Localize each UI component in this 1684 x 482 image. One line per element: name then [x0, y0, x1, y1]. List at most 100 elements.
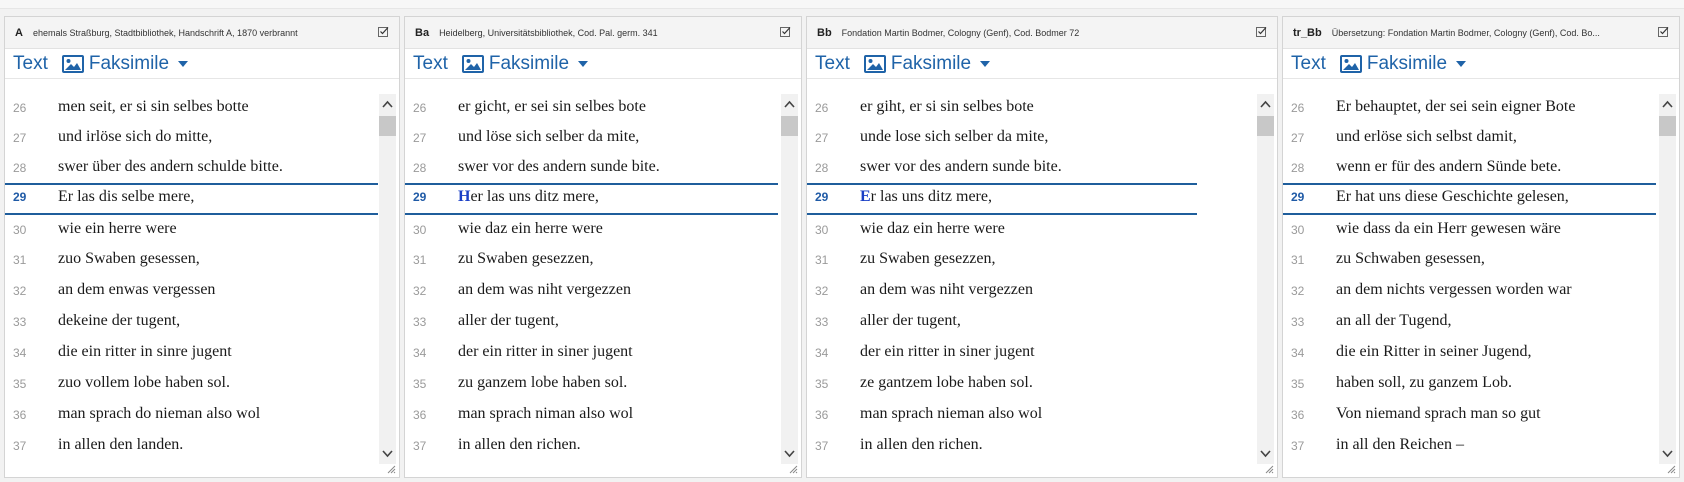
text-line[interactable]: 31 zu Schwaben gesessen,: [1283, 246, 1656, 276]
text-line[interactable]: 32 an dem nichts vergessen worden war: [1283, 277, 1656, 307]
line-text: die ein ritter in sinre jugent: [58, 343, 232, 360]
active-line[interactable]: 29 Er las dis selbe mere,: [5, 183, 378, 215]
checkbox-edit-icon[interactable]: [378, 26, 389, 37]
checkbox-edit-icon[interactable]: [1256, 26, 1267, 37]
checkbox-edit-icon[interactable]: [780, 26, 791, 37]
text-line[interactable]: 31 zu Swaben gesezzen,: [807, 246, 1197, 276]
text-line[interactable]: 35 zuo vollem lobe haben sol.: [5, 370, 378, 400]
vertical-scrollbar[interactable]: [781, 94, 798, 464]
text-line[interactable]: 37 in all den Reichen –: [1283, 432, 1656, 462]
text-line[interactable]: 27 unde lose sich selber da mite,: [807, 124, 1197, 154]
text-line[interactable]: 36 Von niemand sprach man so gut: [1283, 401, 1656, 431]
text-line[interactable]: 37 in allen den landen.: [5, 432, 378, 462]
scrollbar-thumb[interactable]: [1659, 116, 1676, 136]
line-number: 32: [815, 284, 829, 298]
text-line[interactable]: 35 haben soll, zu ganzem Lob.: [1283, 370, 1656, 400]
text-line[interactable]: 28 swer über des andern schulde bitte.: [5, 154, 378, 184]
scroll-down-icon[interactable]: [382, 450, 393, 458]
line-text-rest: r las uns ditz mere,: [870, 188, 992, 205]
scrollbar-thumb[interactable]: [781, 116, 798, 136]
text-line[interactable]: 26 men seit, er si sin selbes botte: [5, 94, 378, 124]
text-line[interactable]: 35 zu ganzem lobe haben sol.: [405, 370, 778, 400]
active-line[interactable]: 29 Er las uns ditz mere,: [807, 183, 1197, 215]
text-line[interactable]: 36 man sprach nieman also wol: [807, 401, 1197, 431]
text-lines: 26 er gicht, er sei sin selbes bote 27 und…: [405, 94, 801, 477]
text-line[interactable]: 32 an dem was niht vergezzen: [405, 277, 778, 307]
text-line[interactable]: 35 ze gantzem lobe haben sol.: [807, 370, 1197, 400]
text-line[interactable]: 31 zuo Swaben gesessen,: [5, 246, 378, 276]
witness-panel-ba: Ba Heidelberg, Universitätsbibliothek, C…: [404, 16, 802, 478]
text-line[interactable]: 37 in allen den richen.: [807, 432, 1197, 462]
text-line[interactable]: 37 in allen den richen.: [405, 432, 778, 462]
text-line[interactable]: 30 wie ein herre were: [5, 216, 378, 246]
text-line[interactable]: 26 er giht, er si sin selbes bote: [807, 94, 1197, 124]
line-text: zu Schwaben gesessen,: [1336, 250, 1485, 267]
witness-description: Fondation Martin Bodmer, Cologny (Genf),…: [841, 27, 1080, 38]
line-number: 26: [13, 101, 27, 115]
panel-tabs: Text Faksimile: [807, 49, 1277, 79]
text-line[interactable]: 36 man sprach do nieman also wol: [5, 401, 378, 431]
text-line[interactable]: 27 und irlöse sich do mitte,: [5, 124, 378, 154]
scroll-up-icon[interactable]: [1662, 100, 1673, 108]
text-line[interactable]: 28 wenn er für des andern Sünde bete.: [1283, 154, 1656, 184]
text-line[interactable]: 33 aller der tugent,: [405, 308, 778, 338]
line-text: wenn er für des andern Sünde bete.: [1336, 158, 1562, 175]
vertical-scrollbar[interactable]: [1257, 94, 1274, 464]
text-line[interactable]: 30 wie daz ein herre were: [405, 216, 778, 246]
text-line[interactable]: 32 an dem was niht vergezzen: [807, 277, 1197, 307]
active-line[interactable]: 29 Her las uns ditz mere,: [405, 183, 778, 215]
line-text: men seit, er si sin selbes botte: [58, 98, 249, 115]
image-icon: [863, 54, 886, 73]
tab-facsimile[interactable]: Faksimile: [863, 53, 991, 75]
text-line[interactable]: 26 Er behauptet, der sei sein eigner Bote: [1283, 94, 1656, 124]
resize-grip-icon[interactable]: [1666, 464, 1676, 474]
scrollbar-thumb[interactable]: [379, 116, 396, 136]
resize-grip-icon[interactable]: [1264, 464, 1274, 474]
text-line[interactable]: 36 man sprach niman also wol: [405, 401, 778, 431]
tab-text[interactable]: Text: [13, 53, 48, 75]
text-lines: 26 er giht, er si sin selbes bote 27 unde …: [807, 94, 1277, 477]
witness-siglum: Bb: [817, 26, 832, 39]
scrollbar-thumb[interactable]: [1257, 116, 1274, 136]
tab-text[interactable]: Text: [1291, 53, 1326, 75]
line-text: unde lose sich selber da mite,: [860, 128, 1049, 145]
resize-grip-icon[interactable]: [386, 464, 396, 474]
line-number: 32: [1291, 284, 1305, 298]
tab-text[interactable]: Text: [815, 53, 850, 75]
chevron-down-icon: [178, 60, 189, 67]
text-line[interactable]: 33 aller der tugent,: [807, 308, 1197, 338]
scroll-up-icon[interactable]: [1260, 100, 1271, 108]
text-line[interactable]: 26 er gicht, er sei sin selbes bote: [405, 94, 778, 124]
vertical-scrollbar[interactable]: [379, 94, 396, 464]
resize-grip-icon[interactable]: [788, 464, 798, 474]
text-line[interactable]: 34 die ein ritter in sinre jugent: [5, 339, 378, 369]
scroll-up-icon[interactable]: [784, 100, 795, 108]
active-line[interactable]: 29 Er hat uns diese Geschichte gelesen,: [1283, 183, 1656, 215]
text-line[interactable]: 32 an dem enwas vergessen: [5, 277, 378, 307]
tab-facsimile[interactable]: Faksimile: [461, 53, 589, 75]
text-line[interactable]: 33 dekeine der tugent,: [5, 308, 378, 338]
tab-text[interactable]: Text: [413, 53, 448, 75]
text-line[interactable]: 28 swer vor des andern sunde bite.: [807, 154, 1197, 184]
text-line[interactable]: 31 zu Swaben gesezzen,: [405, 246, 778, 276]
tab-facsimile[interactable]: Faksimile: [1339, 53, 1467, 75]
checkbox-edit-icon[interactable]: [1658, 26, 1669, 37]
scroll-down-icon[interactable]: [784, 450, 795, 458]
line-text: an dem was niht vergezzen: [458, 281, 631, 298]
line-text: wie daz ein herre were: [458, 220, 603, 237]
tab-facsimile[interactable]: Faksimile: [61, 53, 189, 75]
text-line[interactable]: 34 der ein ritter in siner jugent: [807, 339, 1197, 369]
text-line[interactable]: 27 und erlöse sich selbst damit,: [1283, 124, 1656, 154]
vertical-scrollbar[interactable]: [1659, 94, 1676, 464]
text-line[interactable]: 30 wie dass da ein Herr gewesen wäre: [1283, 216, 1656, 246]
text-line[interactable]: 33 an all der Tugend,: [1283, 308, 1656, 338]
text-line[interactable]: 28 swer vor des andern sunde bite.: [405, 154, 778, 184]
scroll-up-icon[interactable]: [382, 100, 393, 108]
text-line[interactable]: 27 und löse sich selber da mite,: [405, 124, 778, 154]
text-line[interactable]: 34 der ein ritter in siner jugent: [405, 339, 778, 369]
line-number: 31: [13, 253, 27, 267]
scroll-down-icon[interactable]: [1260, 450, 1271, 458]
scroll-down-icon[interactable]: [1662, 450, 1673, 458]
text-line[interactable]: 30 wie daz ein herre were: [807, 216, 1197, 246]
text-line[interactable]: 34 die ein Ritter in seiner Jugend,: [1283, 339, 1656, 369]
